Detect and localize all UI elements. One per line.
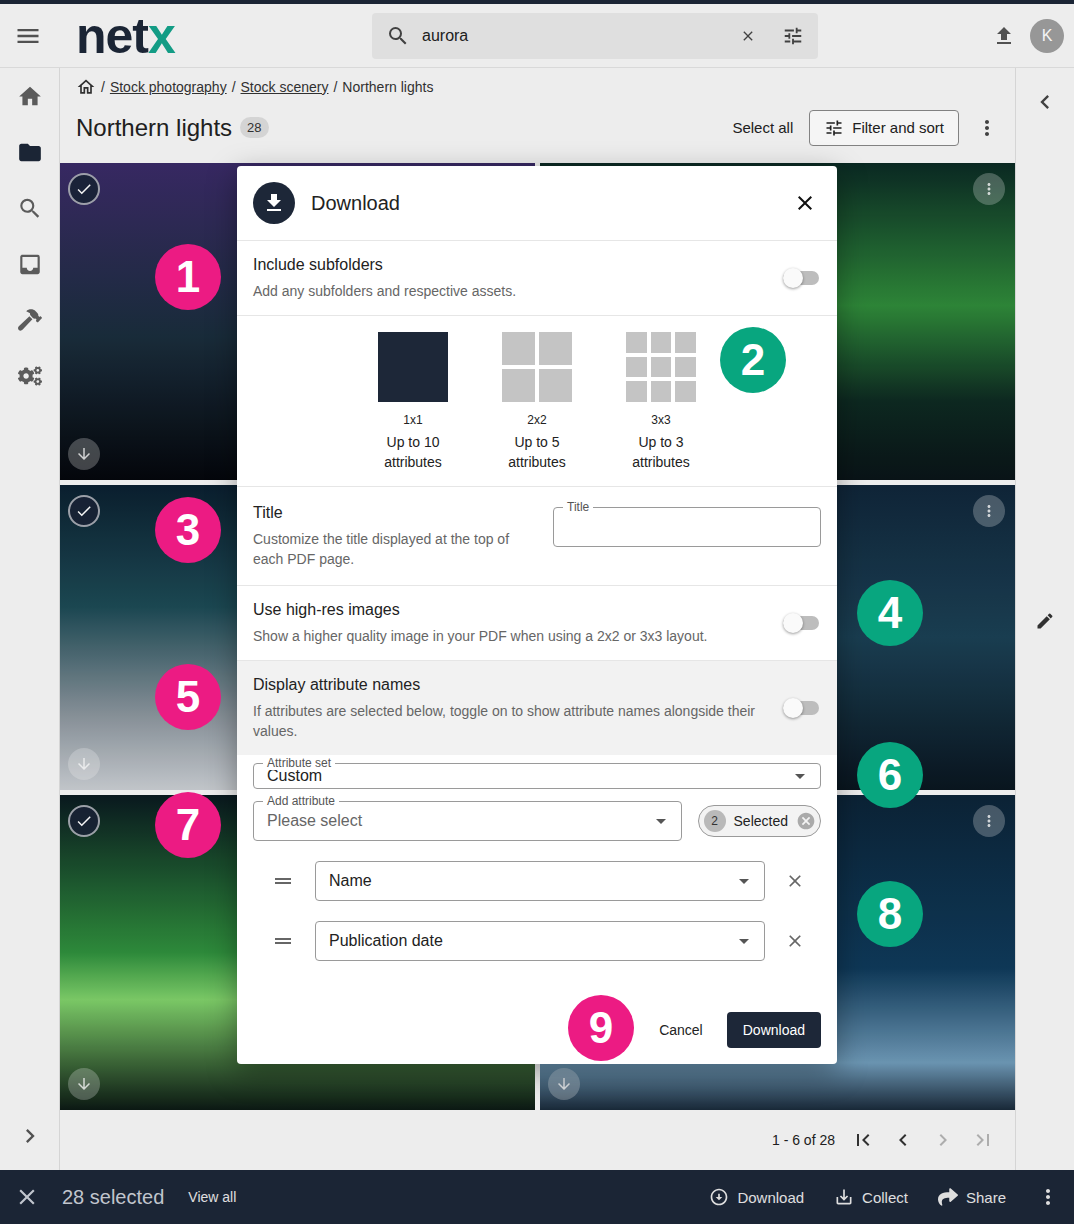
high-res-row: Use high-res images Show a higher quality… [237,585,837,660]
drag-handle-icon[interactable] [271,929,295,953]
row-label: Title [253,503,529,523]
field-value: Name [329,872,732,890]
dialog-title: Download [311,192,400,215]
download-dialog: Download Include subfolders Add any subfol… [237,166,837,1064]
title-input[interactable]: Title [553,507,821,547]
toggle-knob [783,268,803,288]
dropdown-icon [788,764,812,788]
row-label: Display attribute names [253,675,767,695]
drag-handle-icon[interactable] [271,869,295,893]
close-button[interactable] [793,191,817,215]
dropdown-icon [732,929,756,953]
annotation-marker: 4 [857,580,923,646]
layout-cell [651,381,672,402]
annotation-marker: 3 [155,497,221,563]
row-description: Show a higher quality image in your PDF … [253,626,767,646]
layout-preview [626,332,696,402]
dialog-badge [253,182,295,224]
row-description: Add any subfolders and respective assets… [253,281,767,301]
download-icon [262,191,286,215]
chip-count: 2 [704,810,726,832]
layout-cell [502,369,535,402]
field-label: Attribute set [263,756,335,770]
attribute-row: Name [253,861,821,901]
annotation-marker: 5 [155,664,221,730]
attribute-row: Publication date [253,921,821,961]
toggle-knob [783,613,803,633]
row-text: Display attribute names If attributes are… [253,675,767,741]
layout-cell [675,357,696,378]
field-value: Custom [267,767,788,785]
field-label: Add attribute [263,794,339,808]
cancel-button[interactable]: Cancel [655,1014,707,1046]
attribute-list: Name Publication date [237,861,837,961]
layout-cell [651,357,672,378]
remove-icon[interactable] [785,931,805,951]
row-label: Use high-res images [253,600,767,620]
layout-caption: Up to 3 attributes [621,432,701,472]
toggle-knob [783,698,803,718]
clear-icon[interactable] [796,811,816,831]
row-label: Include subfolders [253,255,767,275]
row-text: Include subfolders Add any subfolders and… [253,255,767,301]
layout-cell [626,332,647,353]
download-button[interactable]: Download [727,1012,821,1048]
layout-caption: Up to 5 attributes [497,432,577,472]
annotation-marker: 1 [155,244,221,310]
attribute-set-select[interactable]: Attribute setCustom [253,763,821,789]
field-value: Publication date [329,932,732,950]
attribute-select[interactable]: Name [315,861,765,901]
dialog-header: Download [237,166,837,240]
layout-caption: Up to 10 attributes [373,432,453,472]
layout-cell [539,332,572,365]
layout-preview [502,332,572,402]
attribute-names-row: Display attribute names If attributes are… [237,660,837,755]
chip-label: Selected [734,813,788,829]
layout-cell [626,381,647,402]
layout-cell [675,332,696,353]
layout-cell [539,369,572,402]
dropdown-icon [649,809,673,833]
app-window: netxauroraK/Stock photography/Stock scen… [0,0,1074,1224]
annotation-marker: 6 [857,742,923,808]
layout-cell [651,332,672,353]
title-row: Title Customize the title displayed at th… [237,486,837,585]
layout-label: 2x2 [527,412,546,428]
annotation-marker: 7 [155,792,221,858]
layout-option[interactable]: 3x3 Up to 3 attributes [611,332,711,472]
dialog-footer: Cancel Download [237,1012,837,1064]
layout-label: 3x3 [651,412,670,428]
add-attribute-select[interactable]: Add attributePlease select [253,801,682,841]
layout-cell [378,332,448,402]
row-text: Use high-res images Show a higher quality… [253,600,767,646]
annotation-marker: 2 [720,327,786,393]
layout-preview [378,332,448,402]
layout-label: 1x1 [403,412,422,428]
layout-option[interactable]: 2x2 Up to 5 attributes [487,332,587,472]
add-attribute-line: Add attributePlease select 2 Selected [253,801,821,841]
attribute-select[interactable]: Publication date [315,921,765,961]
attribute-fields: Attribute setCustomAdd attributePlease s… [237,755,837,841]
row-description: If attributes are selected below, toggle… [253,701,767,741]
toggle-switch[interactable] [783,271,819,285]
row-text: Title Customize the title displayed at th… [253,503,529,569]
field-label: Title [563,500,593,514]
close-icon [793,191,817,215]
selected-chip[interactable]: 2 Selected [698,805,821,837]
layout-cell [626,357,647,378]
include-subfolders-row: Include subfolders Add any subfolders and… [237,240,837,315]
layout-cell [675,381,696,402]
field-placeholder: Please select [267,812,649,830]
layout-cell [502,332,535,365]
row-description: Customize the title displayed at the top… [253,529,529,569]
layout-option[interactable]: 1x1 Up to 10 attributes [363,332,463,472]
remove-icon[interactable] [785,871,805,891]
annotation-marker: 9 [568,995,634,1061]
toggle-switch[interactable] [783,701,819,715]
annotation-marker: 8 [857,881,923,947]
toggle-switch[interactable] [783,616,819,630]
dropdown-icon [732,869,756,893]
